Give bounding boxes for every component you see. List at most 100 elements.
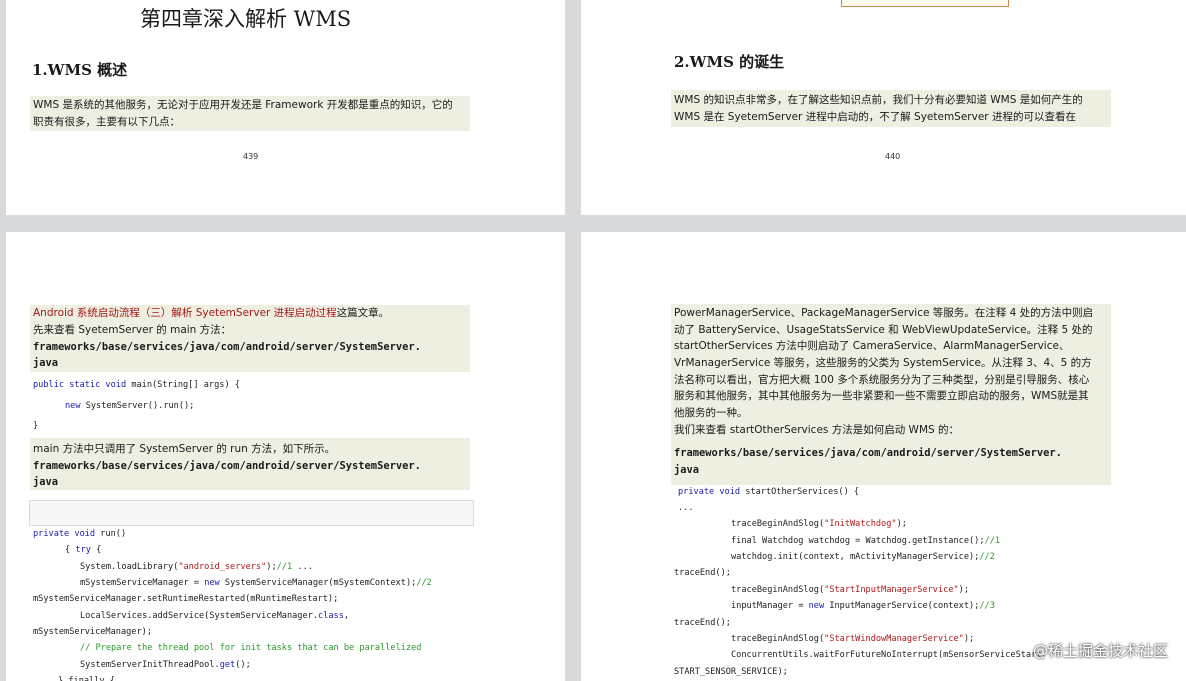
code-line: traceEnd();: [674, 618, 731, 628]
code-text: traceBeginAndSlog(: [731, 585, 825, 595]
code-line: LocalServices.addService(SystemServiceMa…: [80, 608, 349, 624]
paragraph-line: startOtherServices 方法中则启动了 CameraService…: [674, 340, 1070, 352]
code-string: "android_servers": [178, 562, 267, 572]
code-line: private void startOtherServices() {: [678, 484, 859, 500]
code-keyword: get: [219, 660, 236, 670]
paragraph-line: WMS 的知识点非常多，在了解这些知识点前，我们十分有必要知道 WMS 是如何产…: [674, 94, 1083, 106]
code-text: {: [90, 545, 102, 555]
code-text: inputManager =: [731, 601, 809, 611]
code-line: ConcurrentUtils.waitForFutureNoInterrupt…: [731, 650, 1047, 660]
code-text: ...: [292, 562, 313, 572]
intro-text: 先来查看 SyetemServer 的 main 方法：: [33, 324, 232, 336]
code-text: startOtherServices() {: [740, 487, 860, 497]
paragraph-line: PowerManagerService、PackageManagerServic…: [674, 307, 1094, 319]
code-line: traceBeginAndSlog("StartWindowManagerSer…: [731, 631, 974, 647]
document-page-440: 2.WMS 的诞生 WMS 的知识点非常多，在了解这些知识点前，我们十分有必要知…: [581, 0, 1186, 215]
code-line: mSystemServiceManager.setRuntimeRestarte…: [33, 594, 339, 604]
code-line: new SystemServer().run();: [65, 398, 194, 414]
article-reference: Android 系统启动流程（三）解析 SyetemServer 进程启动过程这…: [33, 305, 389, 322]
code-line: }: [33, 421, 39, 431]
code-line: traceBeginAndSlog("InitWatchdog");: [731, 516, 907, 532]
code-line: } finally {: [58, 676, 115, 681]
file-path-ext: java: [33, 476, 59, 488]
code-text: );: [963, 634, 975, 644]
code-text: {: [65, 545, 76, 555]
code-text: );: [266, 562, 277, 572]
code-line: mSystemServiceManager = new SystemServic…: [80, 575, 432, 591]
code-block-header: [29, 500, 474, 526]
code-text: ,: [343, 611, 350, 621]
code-text: main(String[] args) {: [126, 380, 240, 390]
paragraph-line: VrManagerService 等服务，这些服务的父类为 SystemServ…: [674, 357, 1092, 369]
paragraph-line: 我们来查看 startOtherServices 方法是如何启动 WMS 的：: [674, 424, 960, 436]
paragraph-line: WMS 是系统的其他服务，无论对于应用开发还是 Framework 开发都是重点…: [33, 99, 453, 111]
decorative-box: [841, 0, 1009, 7]
code-keyword: try: [75, 545, 91, 555]
paragraph-line: 法名称可以看出，官方把大概 100 多个系统服务分为了三种类型，分别是引导服务、…: [674, 374, 1090, 386]
code-keyword: new: [65, 401, 81, 411]
code-text: watchdog.init(context, mActivityManagerS…: [731, 552, 980, 562]
code-line: inputManager = new InputManagerService(c…: [731, 598, 995, 614]
code-line: public static void main(String[] args) {: [33, 377, 240, 393]
paragraph-line: 他服务的一种。: [674, 407, 748, 419]
code-text: final Watchdog watchdog = Watchdog.getIn…: [731, 536, 985, 546]
code-comment: //1: [984, 536, 1001, 546]
code-text: ();: [235, 660, 251, 670]
code-text: run(): [95, 529, 127, 539]
code-comment: // Prepare the thread pool for init task…: [80, 643, 422, 653]
code-text: mSystemServiceManager =: [80, 578, 205, 588]
code-text: );: [958, 585, 970, 595]
paragraph-line: 服务和其他服务，其中其他服务为一些非紧要和一些不需要立即启动的服务，WMS就是其: [674, 390, 1089, 402]
code-line: traceBeginAndSlog("StartInputManagerServ…: [731, 582, 969, 598]
section-title: 2.WMS 的诞生: [674, 53, 785, 71]
link-suffix: 这篇文章。: [336, 307, 390, 319]
code-text: traceBeginAndSlog(: [731, 634, 825, 644]
article-link[interactable]: Android 系统启动流程（三）解析 SyetemServer 进程启动过程: [33, 307, 337, 319]
code-line: watchdog.init(context, mActivityManagerS…: [731, 549, 995, 565]
code-line: private void run(): [33, 526, 126, 542]
code-line: System.loadLibrary("android_servers");//…: [80, 559, 313, 575]
code-string: "StartInputManagerService": [824, 585, 959, 595]
file-path-ext: java: [674, 464, 700, 476]
code-keyword: class: [318, 611, 344, 621]
code-keyword: new: [808, 601, 825, 611]
code-text: );: [896, 519, 907, 529]
file-path: frameworks/base/services/java/com/androi…: [33, 341, 421, 353]
code-text: InputManagerService(context);: [824, 601, 980, 611]
code-text: LocalServices.addService(SystemServiceMa…: [80, 611, 318, 621]
paragraph-line: WMS 是在 SyetemServer 进程中启动的，不了解 SyetemSer…: [674, 111, 1076, 123]
section-title: 1.WMS 概述: [32, 61, 128, 79]
code-comment: //1: [276, 562, 293, 572]
code-line: { try {: [65, 542, 101, 558]
paragraph-line: 动了 BatteryService、UsageStatsService 和 We…: [674, 324, 1093, 336]
document-page-start-other-services: PowerManagerService、PackageManagerServic…: [581, 232, 1186, 681]
code-line: mSystemServiceManager);: [33, 627, 152, 637]
code-text: SystemServer().run();: [80, 401, 195, 411]
code-string: "StartWindowManagerService": [824, 634, 964, 644]
mid-text: main 方法中只调用了 SystemServer 的 run 方法，如下所示。: [33, 443, 336, 455]
document-page-439: 第四章深入解析 WMS 1.WMS 概述 WMS 是系统的其他服务，无论对于应用…: [6, 0, 565, 215]
code-keyword: public static void: [33, 380, 127, 390]
file-path: frameworks/base/services/java/com/androi…: [33, 460, 421, 472]
code-keyword: private void: [678, 487, 741, 497]
file-path: frameworks/base/services/java/com/androi…: [674, 447, 1062, 459]
code-line: traceEnd();: [674, 568, 731, 578]
paragraph-line: 职责有很多，主要有以下几点：: [33, 116, 180, 128]
code-comment: //3: [979, 601, 995, 611]
chapter-title: 第四章深入解析 WMS: [140, 7, 352, 31]
code-comment: //2: [416, 578, 432, 588]
code-text: SystemServerInitThreadPool.: [80, 660, 220, 670]
code-line: final Watchdog watchdog = Watchdog.getIn…: [731, 533, 1000, 549]
page-number: 439: [243, 152, 259, 161]
code-text: SystemServiceManager(mSystemContext);: [219, 578, 417, 588]
document-page-code-run: Android 系统启动流程（三）解析 SyetemServer 进程启动过程这…: [6, 232, 565, 681]
code-line: SystemServerInitThreadPool.get();: [80, 657, 251, 673]
code-text: traceBeginAndSlog(: [731, 519, 825, 529]
code-line: ...: [678, 503, 694, 513]
code-string: "InitWatchdog": [824, 519, 897, 529]
code-keyword: new: [204, 578, 220, 588]
file-path-ext: java: [33, 357, 59, 369]
code-text: System.loadLibrary(: [80, 562, 179, 572]
page-number: 440: [885, 152, 901, 161]
code-comment: //2: [979, 552, 995, 562]
